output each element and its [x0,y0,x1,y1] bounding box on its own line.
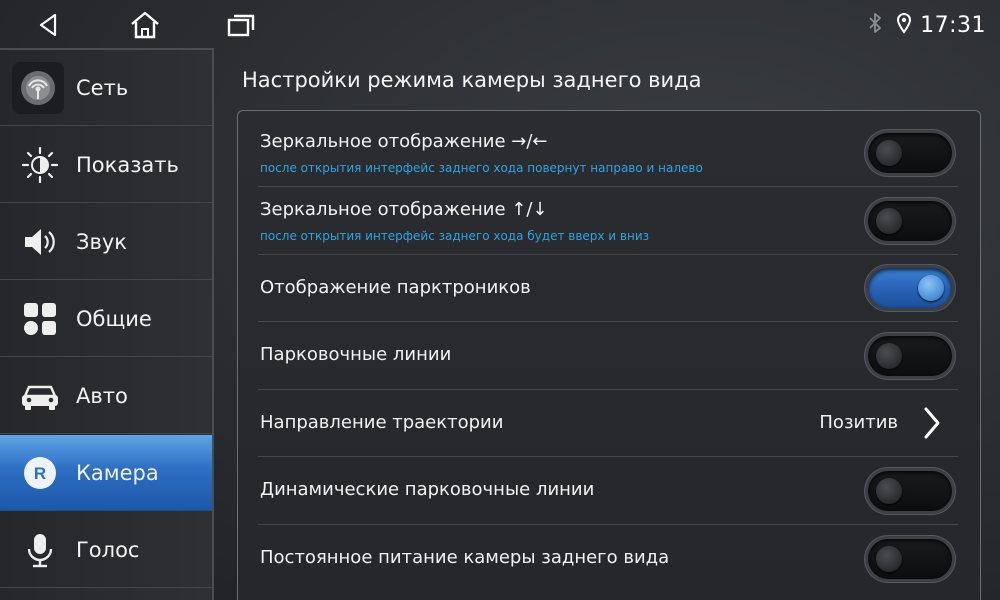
setting-row-parking-lines[interactable]: Парковочные линии [258,322,958,390]
setting-row-camera-power[interactable]: Постоянное питание камеры заднего вида [258,525,958,593]
location-icon [896,12,912,38]
parking-sensors-toggle[interactable] [868,268,952,308]
setting-title: Постоянное питание камеры заднего вида [260,547,670,568]
sidebar-item-sound[interactable]: Звук [0,204,212,280]
setting-row-mirror-horizontal[interactable]: Зеркальное отображение →/← после открыти… [258,119,958,187]
setting-title: Направление траектории [260,412,504,433]
sidebar-item-label: Камера [76,460,159,485]
setting-title: Зеркальное отображение →/← [260,131,548,152]
setting-title: Динамические парковочные линии [260,479,595,500]
setting-row-parking-sensors[interactable]: Отображение парктроников [258,255,958,322]
page-title: Настройки режима камеры заднего вида [242,68,702,92]
settings-panel: Зеркальное отображение →/← после открыти… [237,110,981,600]
camera-r-icon: R [16,449,64,497]
setting-subtitle: после открытия интерфейс заднего хода по… [260,161,703,175]
sidebar-item-label: Голос [76,537,140,562]
sidebar-item-camera[interactable]: R Камера [0,435,212,511]
svg-text:R: R [34,464,46,483]
car-icon [16,372,64,420]
mirror-vertical-toggle[interactable] [868,201,952,241]
toggle-knob [876,343,902,369]
setting-title: Парковочные линии [260,344,452,365]
sidebar-item-label: Сеть [76,75,129,100]
sidebar: Сеть Показать Звук Общие Авто R Камера Г… [0,48,214,600]
status-bar: 17:31 [0,0,1000,48]
toggle-knob [876,546,902,572]
trajectory-direction-value: Позитив [819,412,898,433]
chevron-right-icon [924,407,940,439]
setting-title: Зеркальное отображение ↑/↓ [260,199,548,220]
sidebar-item-label: Общие [76,306,152,331]
home-icon[interactable] [127,8,163,42]
bluetooth-icon [868,12,882,38]
speaker-icon [16,218,64,266]
parking-lines-toggle[interactable] [868,336,952,376]
sidebar-item-label: Звук [76,229,127,254]
brightness-icon [16,141,64,189]
recent-apps-icon[interactable] [223,8,259,42]
setting-subtitle: после открытия интерфейс заднего хода бу… [260,229,650,243]
camera-power-toggle[interactable] [868,539,952,579]
sidebar-item-general[interactable]: Общие [0,281,212,357]
toggle-knob [876,140,902,166]
microphone-icon [16,526,64,574]
setting-title: Отображение парктроников [260,277,531,298]
sidebar-item-car[interactable]: Авто [0,358,212,434]
toggle-knob [876,478,902,504]
mirror-horizontal-toggle[interactable] [868,133,952,173]
setting-row-dynamic-parking-lines[interactable]: Динамические парковочные линии [258,457,958,525]
sidebar-item-label: Показать [76,152,179,177]
dynamic-parking-lines-toggle[interactable] [868,471,952,511]
clock: 17:31 [920,12,986,38]
sidebar-item-label: Авто [76,383,128,408]
toggle-knob [918,275,944,301]
grid-icon [16,295,64,343]
back-icon[interactable] [30,8,66,42]
sidebar-item-display[interactable]: Показать [0,127,212,203]
sidebar-item-network[interactable]: Сеть [0,50,212,126]
setting-row-trajectory-direction[interactable]: Направление траектории Позитив [258,390,958,457]
toggle-knob [876,208,902,234]
network-icon [12,61,64,114]
sidebar-item-voice[interactable]: Голос [0,512,212,588]
setting-row-mirror-vertical[interactable]: Зеркальное отображение ↑/↓ после открыти… [258,187,958,255]
